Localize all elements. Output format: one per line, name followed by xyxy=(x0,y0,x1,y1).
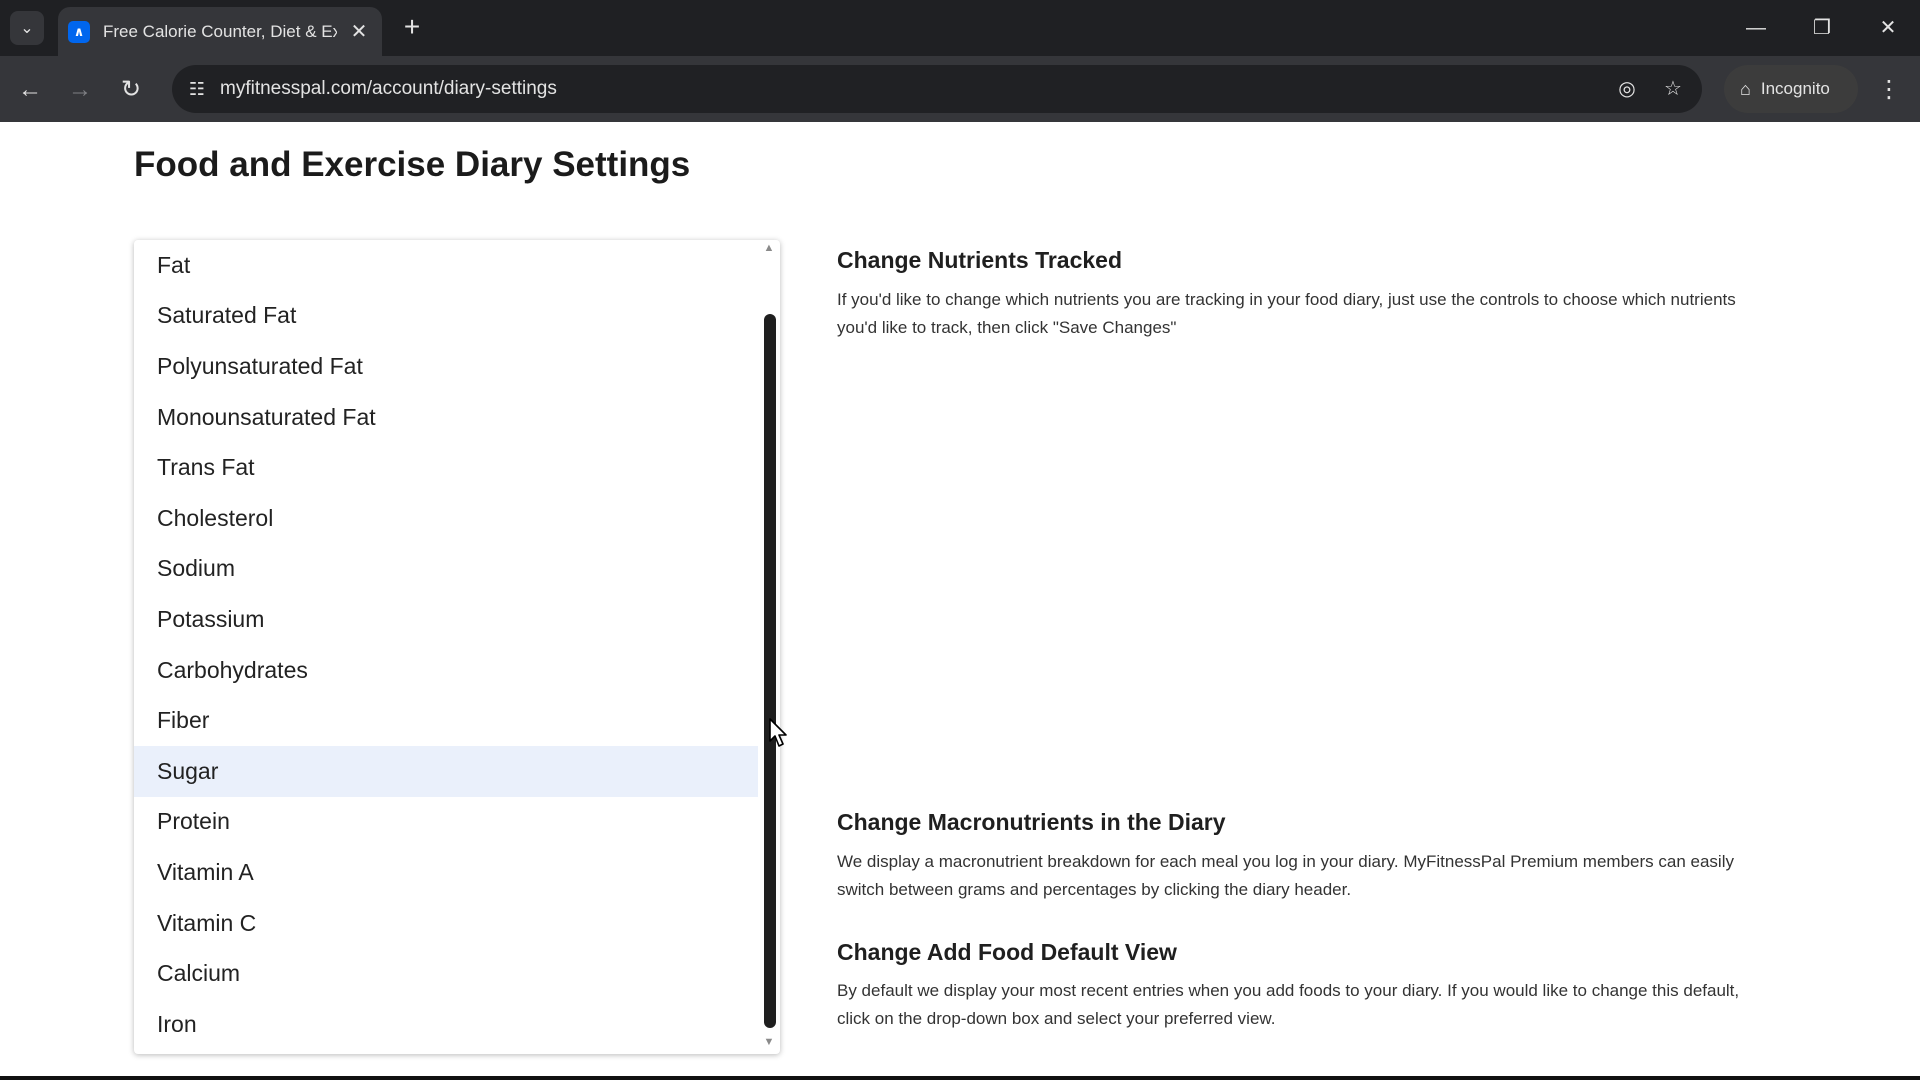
page-title: Food and Exercise Diary Settings xyxy=(134,145,691,184)
tab-strip: ⌄ ∧ Free Calorie Counter, Diet & Exercis… xyxy=(0,0,1920,56)
nutrient-option-fat[interactable]: Fat xyxy=(134,240,758,291)
incognito-icon: ⌂ xyxy=(1740,78,1751,99)
nutrients-tracked-text: If you'd like to change which nutrients … xyxy=(837,290,1736,337)
close-window-button[interactable]: ✕ xyxy=(1868,10,1908,46)
incognito-indicator[interactable]: ⌂ Incognito xyxy=(1724,65,1858,113)
macronutrients-heading: Change Macronutrients in the Diary xyxy=(837,809,1226,835)
tracking-protection-icon[interactable]: ◎ xyxy=(1612,74,1642,104)
new-tab-button[interactable]: + xyxy=(397,13,427,43)
nutrient-option-iron[interactable]: Iron xyxy=(134,999,758,1050)
nutrient-option-carbohydrates[interactable]: Carbohydrates xyxy=(134,645,758,696)
url-text[interactable]: myfitnesspal.com/account/diary-settings xyxy=(220,78,557,100)
tab-search-button[interactable]: ⌄ xyxy=(10,11,44,45)
close-tab-icon[interactable]: ✕ xyxy=(347,19,371,44)
browser-tab[interactable]: ∧ Free Calorie Counter, Diet & Exercise … xyxy=(58,7,382,56)
nutrient-option-polyunsaturated-fat[interactable]: Polyunsaturated Fat xyxy=(134,341,758,392)
nutrient-option-vitamin-a[interactable]: Vitamin A xyxy=(134,847,758,898)
add-food-default-view-text: By default we display your most recent e… xyxy=(837,981,1740,1028)
nutrient-option-sugar[interactable]: Sugar xyxy=(134,745,758,797)
nutrient-option-saturated-fat[interactable]: Saturated Fat xyxy=(134,291,758,342)
taskbar-edge xyxy=(0,1076,1920,1080)
nutrient-list: Fat Saturated Fat Polyunsaturated Fat Mo… xyxy=(134,240,780,1050)
scroll-up-arrow-icon[interactable]: ▲ xyxy=(762,242,776,256)
nutrients-tracked-heading: Change Nutrients Tracked xyxy=(837,247,1123,273)
nutrient-option-trans-fat[interactable]: Trans Fat xyxy=(134,442,758,493)
scroll-down-arrow-icon[interactable]: ▼ xyxy=(762,1036,776,1050)
nutrient-option-cholesterol[interactable]: Cholesterol xyxy=(134,493,758,544)
bookmark-star-icon[interactable]: ☆ xyxy=(1658,74,1688,104)
browser-toolbar: ← → ↻ ☷ myfitnesspal.com/account/diary-s… xyxy=(0,56,1920,122)
reload-button[interactable]: ↻ xyxy=(113,72,149,108)
macronutrients-text: We display a macronutrient breakdown for… xyxy=(837,852,1734,899)
nutrient-listbox[interactable]: Fat Saturated Fat Polyunsaturated Fat Mo… xyxy=(134,240,780,1054)
back-button[interactable]: ← xyxy=(12,72,48,108)
site-info-icon[interactable]: ☷ xyxy=(182,74,212,104)
nutrient-option-vitamin-c[interactable]: Vitamin C xyxy=(134,898,758,949)
tab-title: Free Calorie Counter, Diet & Exercise Jo… xyxy=(103,21,337,41)
chevron-down-icon: ⌄ xyxy=(20,20,34,37)
add-food-default-view-heading: Change Add Food Default View xyxy=(837,939,1177,965)
nutrient-option-calcium[interactable]: Calcium xyxy=(134,948,758,999)
incognito-label: Incognito xyxy=(1760,79,1830,98)
nutrient-option-protein[interactable]: Protein xyxy=(134,797,758,848)
minimize-button[interactable]: — xyxy=(1736,10,1776,46)
nutrient-option-fiber[interactable]: Fiber xyxy=(134,695,758,746)
browser-menu-icon[interactable]: ⋮ xyxy=(1874,72,1904,108)
nutrient-option-monounsaturated-fat[interactable]: Monounsaturated Fat xyxy=(134,392,758,443)
nutrient-option-potassium[interactable]: Potassium xyxy=(134,594,758,645)
forward-button[interactable]: → xyxy=(62,72,98,108)
restore-button[interactable]: ❐ xyxy=(1802,10,1842,46)
myfitnesspal-favicon-icon: ∧ xyxy=(68,20,90,43)
mouse-cursor-icon xyxy=(769,718,787,747)
address-bar[interactable]: ☷ myfitnesspal.com/account/diary-setting… xyxy=(172,65,1702,113)
nutrient-option-sodium[interactable]: Sodium xyxy=(134,544,758,595)
scrollbar-thumb[interactable] xyxy=(764,314,776,1028)
